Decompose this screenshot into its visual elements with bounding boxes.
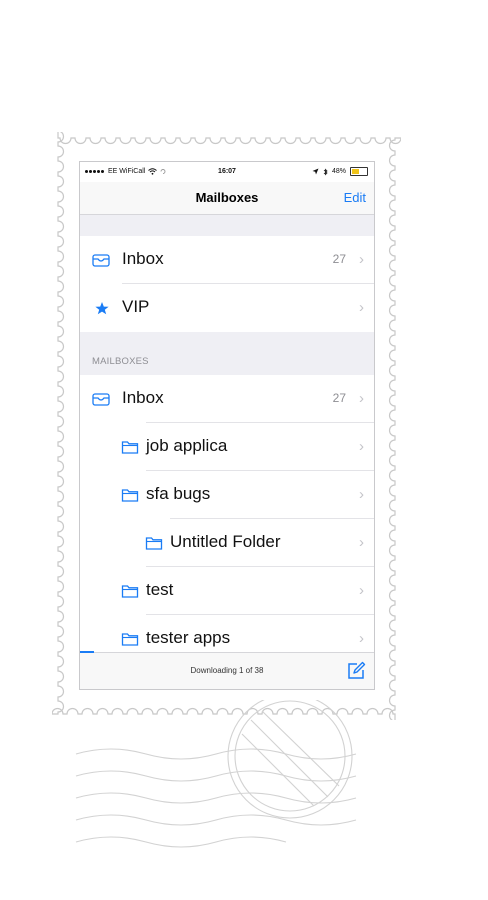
mailbox-row-inbox[interactable]: Inbox 27 › bbox=[80, 375, 374, 423]
envelope-icon bbox=[92, 254, 110, 267]
location-arrow-icon bbox=[312, 168, 319, 175]
folder-icon bbox=[121, 633, 139, 646]
download-status: Downloading 1 of 38 bbox=[190, 666, 264, 675]
chevron-right-icon: › bbox=[359, 251, 364, 268]
folder-icon bbox=[145, 537, 163, 550]
chevron-right-icon: › bbox=[359, 534, 364, 551]
mailbox-label: VIP bbox=[122, 297, 150, 316]
download-progress-bar bbox=[80, 651, 94, 653]
mailbox-label: test bbox=[146, 580, 174, 599]
mailbox-label: job applica bbox=[146, 436, 228, 455]
navigation-bar: Mailboxes Edit bbox=[80, 182, 374, 215]
compose-button[interactable] bbox=[346, 661, 366, 681]
mailbox-label: tester apps bbox=[146, 628, 231, 647]
envelope-icon bbox=[92, 393, 110, 406]
battery-percentage: 48% bbox=[331, 168, 346, 175]
unread-count: 27 bbox=[332, 391, 346, 405]
folder-icon bbox=[121, 489, 139, 502]
chevron-right-icon: › bbox=[359, 486, 364, 503]
mailbox-label: Inbox bbox=[122, 249, 164, 268]
mailbox-row-test[interactable]: test › bbox=[80, 567, 374, 615]
chevron-right-icon: › bbox=[359, 390, 364, 407]
page-title: Mailboxes bbox=[195, 190, 259, 205]
mailbox-row-sfa-bugs[interactable]: sfa bugs › bbox=[80, 471, 374, 519]
folder-icon bbox=[121, 441, 139, 454]
mailbox-label: Inbox bbox=[122, 388, 164, 407]
battery-icon bbox=[350, 167, 368, 176]
status-bar: EE WiFiCall 16:07 48% bbox=[80, 162, 374, 182]
top-spacer bbox=[80, 215, 374, 236]
star-icon bbox=[95, 302, 109, 315]
folder-icon bbox=[121, 585, 139, 598]
mailbox-row-untitled-folder[interactable]: Untitled Folder › bbox=[80, 519, 374, 567]
mailbox-label: Untitled Folder bbox=[170, 532, 281, 551]
chevron-right-icon: › bbox=[359, 299, 364, 316]
mailbox-row-job-applica[interactable]: job applica › bbox=[80, 423, 374, 471]
mailbox-row-vip[interactable]: VIP › bbox=[80, 284, 374, 332]
unread-count: 27 bbox=[332, 252, 346, 266]
mailbox-label: sfa bugs bbox=[146, 484, 211, 503]
mailbox-row-inbox-top[interactable]: Inbox 27 › bbox=[80, 236, 374, 284]
postmark-cancellation bbox=[75, 700, 357, 848]
chevron-right-icon: › bbox=[359, 582, 364, 599]
section-header: MAILBOXES bbox=[80, 332, 374, 375]
bluetooth-icon bbox=[323, 168, 328, 175]
chevron-right-icon: › bbox=[359, 438, 364, 455]
edit-button[interactable]: Edit bbox=[344, 190, 366, 205]
section-header-label: MAILBOXES bbox=[92, 356, 149, 367]
chevron-right-icon: › bbox=[359, 630, 364, 647]
bottom-toolbar: Downloading 1 of 38 bbox=[80, 651, 374, 689]
phone-screen: EE WiFiCall 16:07 48% Mailboxes Edit Inb… bbox=[79, 161, 375, 690]
